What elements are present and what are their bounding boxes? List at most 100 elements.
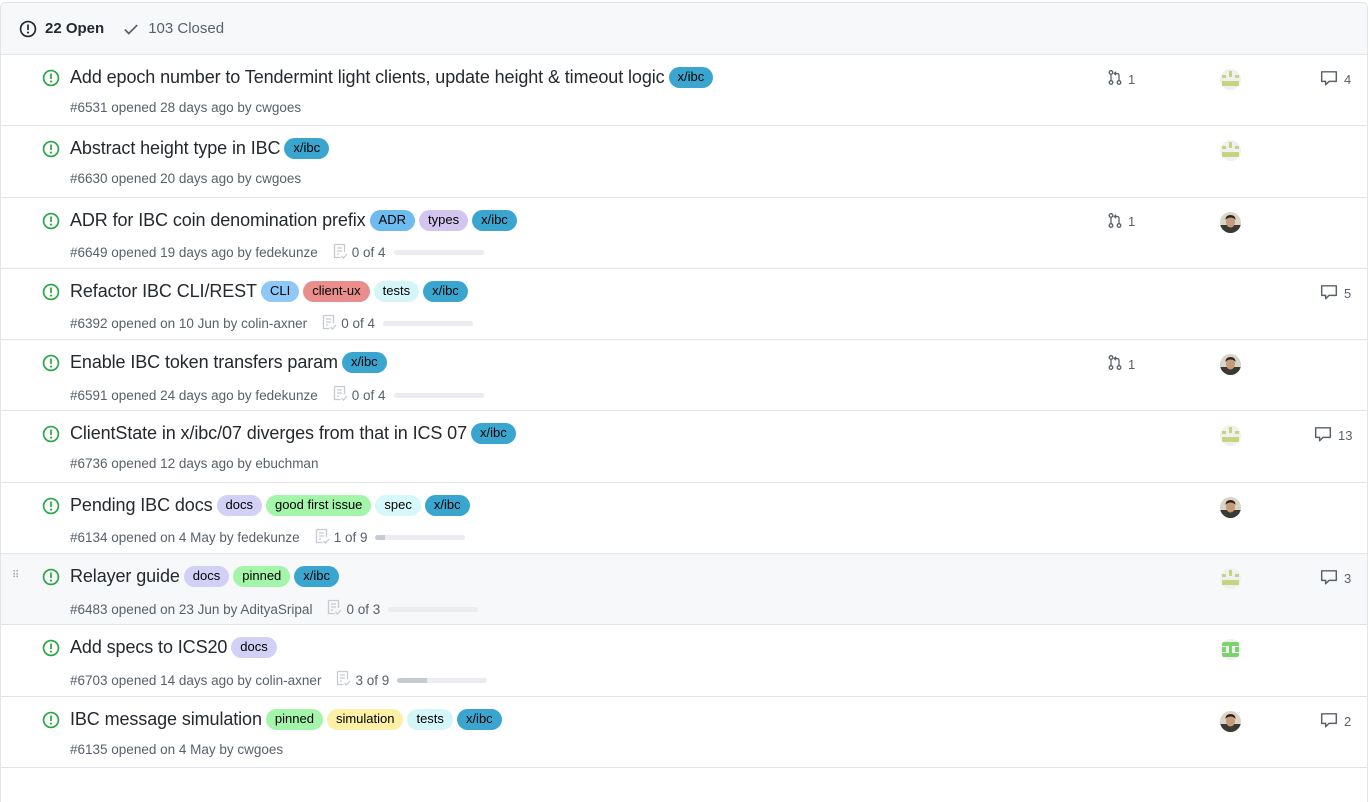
issue-opened-info: #6531 opened 28 days ago by cwgoes (70, 100, 302, 115)
issue-label[interactable]: spec (375, 494, 421, 516)
issue-meta: #6135 opened on 4 May by cwgoes (70, 742, 283, 757)
comment-count: 3 (1344, 571, 1352, 587)
issue-title-line: IBC message simulation pinned simulation te… (70, 708, 502, 730)
closed-issues-filter[interactable]: 103 Closed (122, 20, 224, 38)
task-progress: 1 of 9 (314, 528, 466, 548)
issue-row[interactable]: Add specs to ICS20 docs #6703 opened 14 da… (1, 625, 1367, 697)
issue-row[interactable]: Refactor IBC CLI/REST CLI client-ux tests x/… (1, 268, 1367, 341)
issue-row[interactable]: Enable IBC token transfers param x/ibc #65… (1, 340, 1367, 412)
comments-link[interactable]: 2 (1320, 711, 1351, 732)
issue-label[interactable]: x/ibc (423, 280, 468, 302)
issue-opened-info: #6703 opened 14 days ago by colin-axner (70, 672, 322, 688)
issue-label[interactable]: docs (231, 637, 277, 659)
issue-meta: #6649 opened 19 days ago by fedekunze 0 o… (70, 243, 484, 263)
task-progress-bar (393, 250, 484, 256)
issue-title-link[interactable]: Pending IBC docs (70, 495, 213, 516)
issue-opened-icon (42, 69, 60, 92)
issue-opened-info: #6630 opened 20 days ago by cwgoes (70, 171, 302, 187)
assignee-avatar[interactable] (1220, 354, 1241, 376)
issue-title-link[interactable]: Relayer guide (70, 566, 180, 587)
assignee-avatar[interactable] (1220, 710, 1241, 732)
comment-icon (1320, 283, 1344, 304)
task-progress-fill (397, 677, 428, 683)
drag-handle-icon[interactable]: ⠿ (12, 571, 19, 581)
issue-label[interactable]: x/ibc (668, 67, 714, 88)
open-count-label: 22 Open (45, 20, 105, 37)
task-progress-bar (397, 677, 488, 683)
issue-row[interactable]: ClientState in x/ibc/07 diverges from th… (1, 411, 1367, 483)
issue-title-link[interactable]: Refactor IBC CLI/REST (70, 281, 257, 302)
issue-opened-icon (42, 639, 60, 662)
issue-label[interactable]: docs (216, 494, 262, 516)
issue-opened-icon (42, 212, 60, 235)
issue-title-link[interactable]: ClientState in x/ibc/07 diverges from th… (70, 423, 467, 444)
issue-label[interactable]: client-ux (303, 280, 370, 302)
issue-label[interactable]: ADR (369, 209, 415, 231)
git-pull-request-icon (1107, 354, 1128, 374)
issue-opened-info: #6649 opened 19 days ago by fedekunze (70, 245, 318, 261)
issue-label[interactable]: types (419, 209, 469, 231)
comments-link[interactable]: 4 (1320, 69, 1351, 90)
open-issues-filter[interactable]: 22 Open (19, 20, 104, 38)
issue-row[interactable]: ADR for IBC coin denomination prefix ADR t… (1, 197, 1367, 269)
issue-title-link[interactable]: IBC message simulation (70, 709, 262, 730)
task-count: 0 of 4 (341, 316, 375, 332)
closed-count-label: 103 Closed (148, 20, 225, 37)
issue-label[interactable]: tests (407, 708, 453, 730)
issue-label[interactable]: x/ibc (294, 566, 340, 588)
issue-row[interactable]: Add epoch number to Tendermint light cli… (1, 55, 1367, 127)
issue-title-line: Enable IBC token transfers param x/ibc (70, 352, 387, 374)
issue-label[interactable]: tests (373, 280, 420, 302)
issue-title-link[interactable]: Enable IBC token transfers param (70, 352, 338, 373)
issue-label[interactable]: x/ibc (424, 494, 470, 516)
comments-link[interactable]: 13 (1314, 425, 1352, 446)
issue-title-link[interactable]: Add specs to ICS20 (70, 637, 227, 658)
linked-pull-requests[interactable]: 1 (1107, 212, 1135, 232)
issue-title-line: ClientState in x/ibc/07 diverges from th… (70, 423, 516, 445)
comments-link[interactable]: 5 (1320, 283, 1351, 304)
checklist-icon (332, 385, 352, 405)
comments-link[interactable]: 3 (1320, 568, 1351, 589)
assignee-avatar[interactable] (1220, 639, 1241, 661)
task-progress: 3 of 9 (335, 670, 488, 690)
comment-count: 5 (1344, 285, 1352, 301)
linked-pull-requests[interactable]: 1 (1107, 354, 1135, 374)
issue-label[interactable]: CLI (260, 280, 300, 302)
issue-row[interactable]: IBC message simulation pinned simulation te… (1, 696, 1367, 768)
assignee-avatar[interactable] (1220, 496, 1241, 518)
git-pull-request-icon (1107, 212, 1128, 232)
issue-label[interactable]: x/ibc (341, 352, 387, 374)
issue-label[interactable]: simulation (326, 708, 404, 730)
issue-title-link[interactable]: Add epoch number to Tendermint light cli… (70, 67, 665, 88)
issue-title-line: Refactor IBC CLI/REST CLI client-ux tests x/… (70, 280, 468, 302)
comment-count: 4 (1344, 72, 1352, 87)
checklist-icon (332, 243, 352, 263)
issue-title-link[interactable]: ADR for IBC coin denomination prefix (70, 210, 366, 231)
issue-label[interactable]: x/ibc (284, 138, 330, 160)
task-progress: 0 of 4 (332, 385, 484, 405)
issue-title-link[interactable]: Abstract height type in IBC (70, 138, 281, 159)
assignee-avatar[interactable] (1220, 69, 1241, 90)
comment-icon (1320, 711, 1344, 732)
assignee-avatar[interactable] (1220, 140, 1241, 162)
issue-label[interactable]: x/ibc (471, 423, 516, 445)
issue-label[interactable]: x/ibc (472, 209, 517, 231)
issue-opened-info: #6134 opened on 4 May by fedekunze (70, 530, 300, 546)
task-progress: 0 of 4 (321, 314, 473, 334)
issue-meta: #6630 opened 20 days ago by cwgoes (70, 171, 301, 186)
issue-label[interactable]: x/ibc (456, 708, 502, 730)
issue-row[interactable]: ⠿ Relayer guide docs pinned x/ibc #6483 opene… (1, 554, 1367, 626)
issue-opened-icon (42, 283, 60, 306)
assignee-avatar[interactable] (1220, 568, 1241, 590)
issue-label[interactable]: docs (183, 566, 230, 588)
comment-count: 13 (1338, 428, 1353, 444)
issue-row[interactable]: Abstract height type in IBC x/ibc #6630 op… (1, 126, 1367, 198)
issue-row[interactable]: Pending IBC docs docs good first issue spec… (1, 482, 1367, 555)
issue-label[interactable]: pinned (233, 566, 291, 588)
linked-pr-count: 1 (1128, 356, 1136, 372)
linked-pull-requests[interactable]: 1 (1107, 69, 1135, 89)
assignee-avatar[interactable] (1220, 425, 1241, 447)
assignee-avatar[interactable] (1220, 211, 1241, 233)
issue-label[interactable]: good first issue (265, 494, 372, 516)
issue-label[interactable]: pinned (265, 708, 323, 730)
